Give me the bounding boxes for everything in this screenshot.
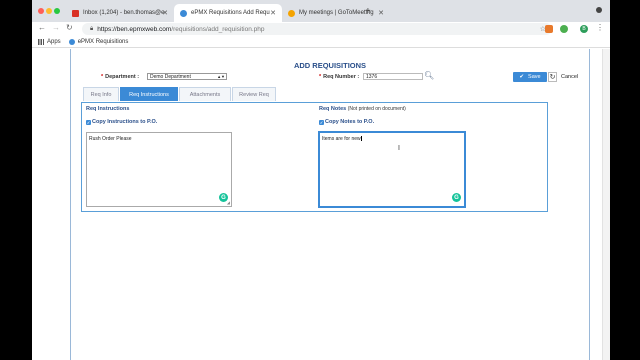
browser-tab-title: Inbox (1,204) - ben.thomas@e bbox=[83, 10, 165, 16]
checkbox-checked-icon: ✓ bbox=[319, 119, 324, 125]
extension-icon[interactable] bbox=[545, 25, 553, 33]
copy-notes-checkbox[interactable]: ✓ Copy Notes to P.O. bbox=[319, 119, 374, 125]
address-bar[interactable]: 🔒︎ https://ben.epmxweb.com /requisitions… bbox=[82, 23, 552, 35]
mouse-ibeam-cursor-icon: I bbox=[398, 145, 400, 152]
reload-icon[interactable]: ↻ bbox=[66, 23, 73, 32]
browser-tab-strip: Inbox (1,204) - ben.thomas@e ✕ ePMX Requ… bbox=[32, 0, 610, 22]
page-scrollbar[interactable] bbox=[602, 49, 610, 360]
page-title: ADD REQUISITIONS bbox=[293, 61, 367, 70]
bookmark-apps[interactable]: Apps bbox=[38, 38, 61, 45]
page-viewport: ADD REQUISITIONS * Department : Demo Depa… bbox=[32, 49, 610, 360]
save-label: Save bbox=[528, 74, 541, 80]
department-value: Demo Department bbox=[150, 73, 191, 80]
checkbox-checked-icon: ✓ bbox=[86, 119, 91, 125]
resize-handle-icon[interactable]: ◢ bbox=[227, 200, 230, 205]
instructions-textarea[interactable]: Rush Order Please G ◢ bbox=[86, 132, 232, 207]
instructions-text: Rush Order Please bbox=[89, 136, 132, 142]
profile-avatar[interactable]: B bbox=[580, 25, 588, 33]
close-icon[interactable]: ✕ bbox=[270, 9, 276, 17]
required-marker: * bbox=[319, 74, 322, 80]
window-close-button[interactable] bbox=[38, 8, 44, 14]
back-arrow-icon[interactable]: ← bbox=[38, 23, 46, 32]
epmx-favicon-icon bbox=[68, 38, 75, 45]
department-select[interactable]: Demo Department ▲▼ bbox=[147, 73, 227, 80]
close-icon[interactable]: ✕ bbox=[378, 9, 384, 17]
req-number-value: 1376 bbox=[366, 73, 378, 80]
notes-textarea[interactable]: Items are for new G bbox=[319, 132, 465, 207]
apps-grid-icon bbox=[38, 38, 44, 45]
notes-heading: Req Notes (Not printed on document) bbox=[319, 106, 406, 112]
tab-review-req[interactable]: Review Req bbox=[232, 87, 276, 101]
copy-instructions-label: Copy Instructions to P.O. bbox=[92, 119, 158, 125]
department-label-text: Department : bbox=[105, 74, 140, 80]
refresh-icon: ↻ bbox=[549, 74, 556, 81]
window-maximize-button[interactable] bbox=[54, 8, 60, 14]
gotomeeting-icon bbox=[288, 9, 295, 17]
req-number-label-text: Req Number : bbox=[323, 74, 360, 80]
required-marker: * bbox=[101, 74, 104, 80]
req-number-label: * Req Number : bbox=[319, 74, 359, 80]
url-host: https://ben.epmxweb.com bbox=[97, 25, 172, 33]
browser-tab-epmx[interactable]: ePMX Requisitions Add Requ ✕ bbox=[174, 4, 282, 22]
bookmarks-bar: Apps ePMX Requisitions bbox=[32, 36, 610, 48]
lock-icon: 🔒︎ bbox=[90, 25, 94, 32]
cancel-link[interactable]: Cancel bbox=[561, 74, 578, 80]
chevron-down-icon: ▲▼ bbox=[217, 74, 225, 79]
bookmark-epmx[interactable]: ePMX Requisitions bbox=[68, 38, 129, 45]
req-number-input[interactable]: 1376 bbox=[363, 73, 423, 80]
refresh-button[interactable]: ↻ bbox=[548, 72, 557, 82]
tab-attachments[interactable]: Attachments bbox=[179, 87, 231, 101]
copy-notes-label: Copy Notes to P.O. bbox=[325, 119, 375, 125]
instructions-heading: Req Instructions bbox=[86, 106, 130, 112]
requisition-form-frame: ADD REQUISITIONS * Department : Demo Depa… bbox=[70, 49, 590, 360]
forward-arrow-icon[interactable]: → bbox=[52, 23, 60, 32]
browser-toolbar: ← → ↻ 🔒︎ https://ben.epmxweb.com /requis… bbox=[32, 22, 610, 36]
search-icon[interactable]: 🔍︎ bbox=[424, 71, 434, 80]
extension-icon[interactable] bbox=[560, 25, 568, 33]
browser-tab-gmail[interactable]: Inbox (1,204) - ben.thomas@e ✕ bbox=[66, 4, 174, 22]
browser-tab-title: My meetings | GoToMeeting bbox=[299, 10, 374, 16]
copy-instructions-checkbox[interactable]: ✓ Copy Instructions to P.O. bbox=[86, 119, 157, 125]
epmx-favicon-icon bbox=[180, 9, 187, 17]
window-minimize-button[interactable] bbox=[46, 8, 52, 14]
browser-tab-gotomeeting[interactable]: My meetings | GoToMeeting ✕ bbox=[282, 4, 390, 22]
notes-title: Req Notes bbox=[319, 106, 347, 112]
tab-req-info[interactable]: Req Info bbox=[83, 87, 119, 101]
bookmark-label: ePMX Requisitions bbox=[77, 38, 129, 45]
bookmark-label: Apps bbox=[47, 38, 61, 45]
browser-menu-icon[interactable]: ⋮ bbox=[596, 23, 604, 32]
notes-subtitle: (Not printed on document) bbox=[347, 106, 406, 112]
save-button[interactable]: ✔ Save bbox=[513, 72, 547, 82]
tab-req-instructions[interactable]: Req Instructions bbox=[120, 87, 178, 101]
browser-tab-title: ePMX Requisitions Add Requ bbox=[191, 10, 270, 16]
tab-search-icon[interactable] bbox=[596, 7, 602, 13]
browser-window: Inbox (1,204) - ben.thomas@e ✕ ePMX Requ… bbox=[32, 0, 610, 360]
grammarly-icon[interactable]: G bbox=[452, 193, 461, 202]
checkmark-icon: ✔ bbox=[519, 74, 525, 80]
close-icon[interactable]: ✕ bbox=[162, 9, 168, 17]
gmail-icon bbox=[72, 9, 79, 17]
text-caret bbox=[360, 136, 362, 142]
instructions-panel: Req Instructions ✓ Copy Instructions to … bbox=[81, 102, 548, 212]
new-tab-button[interactable]: + bbox=[365, 6, 371, 17]
notes-text: Items are for new bbox=[322, 136, 361, 142]
department-label: * Department : bbox=[101, 74, 139, 80]
url-path: /requisitions/add_requisition.php bbox=[171, 25, 265, 33]
